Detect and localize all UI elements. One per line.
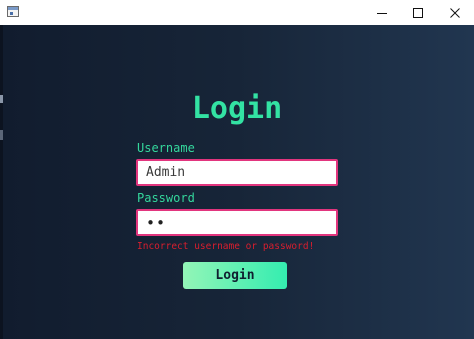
minimize-button[interactable] [363,0,400,25]
minimize-icon [376,12,387,14]
app-window-icon[interactable] [7,6,19,17]
login-panel: Login Username Admin Password •• Incorre… [0,25,474,339]
username-input[interactable]: Admin [136,159,338,186]
error-message: Incorrect username or password! [137,241,315,252]
page-title: Login [191,91,283,126]
login-button-label: Login [215,268,255,283]
background-window-edge [0,25,3,339]
app-window: Login Username Admin Password •• Incorre… [0,0,474,339]
password-label: Password [137,191,195,205]
maximize-icon [412,7,423,18]
maximize-button[interactable] [399,0,436,25]
username-label: Username [137,141,195,155]
password-input[interactable]: •• [136,209,338,236]
close-icon [449,7,460,18]
edge-mark [0,130,3,140]
login-button[interactable]: Login [183,262,287,289]
close-button[interactable] [436,0,473,25]
title-bar[interactable] [0,0,474,26]
